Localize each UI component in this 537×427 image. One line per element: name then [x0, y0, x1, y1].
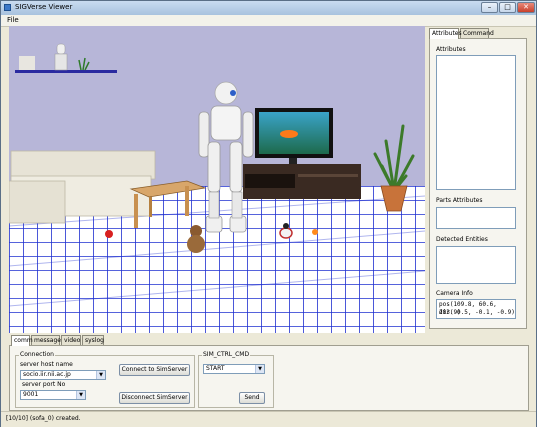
server-port-select[interactable]: 9001 ▼	[20, 390, 86, 400]
attributes-list[interactable]	[436, 55, 516, 190]
status-text: [10/10] (sofa_0) created.	[6, 415, 81, 422]
tab-syslog[interactable]: syslog	[82, 335, 104, 345]
attributes-label: Attributes	[436, 46, 466, 53]
connection-label: Connection	[19, 351, 55, 358]
sim-ctrl-label: SIM_CTRL_CMD	[202, 351, 251, 358]
chevron-down-icon: ▼	[96, 371, 105, 379]
disconnect-button[interactable]: Disconnect SimServer	[119, 392, 190, 404]
menu-file[interactable]: File	[7, 16, 19, 24]
server-host-value: socio.iir.nii.ac.jp	[23, 371, 71, 378]
camera-dir: dir(-0.5, -0.1, -0.9)	[439, 309, 515, 316]
bottom-panel: comm messages video syslog Connection se…	[9, 335, 529, 411]
app-icon	[4, 4, 11, 11]
connection-group: Connection server host name socio.iir.ni…	[15, 351, 195, 408]
sim-ctrl-select[interactable]: START ▼	[203, 364, 265, 374]
tab-command[interactable]: Command	[460, 28, 494, 38]
server-host-label: server host name	[20, 361, 73, 368]
red-ball	[105, 230, 113, 238]
tab-messages[interactable]: messages	[31, 335, 64, 345]
maximize-button[interactable]: □	[499, 2, 516, 13]
connect-button[interactable]: Connect to SimServer	[119, 364, 190, 376]
chevron-down-icon: ▼	[76, 391, 85, 399]
attributes-panel: Attributes Parts Attributes Detected Ent…	[429, 38, 527, 329]
tab-attributes[interactable]: Attributes	[429, 28, 462, 39]
scene-render	[9, 26, 425, 333]
minimize-button[interactable]: –	[481, 2, 498, 13]
server-port-value: 9001	[23, 391, 39, 398]
server-host-select[interactable]: socio.iir.nii.ac.jp ▼	[20, 370, 106, 380]
chevron-down-icon: ▼	[255, 365, 264, 373]
sofa	[9, 150, 156, 224]
application-window: SIGVerse Viewer – □ ✕ File Attributes Co…	[0, 0, 537, 427]
comm-panel: Connection server host name socio.iir.ni…	[9, 345, 529, 411]
orange-ball	[312, 229, 318, 235]
close-button[interactable]: ✕	[517, 2, 535, 13]
tab-video[interactable]: video	[61, 335, 81, 345]
detected-entities-label: Detected Entities	[436, 236, 488, 243]
server-port-label: server port No	[22, 381, 66, 388]
title-bar[interactable]: SIGVerse Viewer – □ ✕	[1, 1, 536, 15]
send-button[interactable]: Send	[239, 392, 265, 404]
camera-info-label: Camera Info	[436, 290, 473, 297]
3d-viewport[interactable]	[9, 26, 425, 333]
parts-attributes-label: Parts Attributes	[436, 197, 483, 204]
television	[255, 108, 333, 164]
parts-attributes-list[interactable]	[436, 207, 516, 229]
status-bar: [10/10] (sofa_0) created.	[1, 411, 536, 427]
sim-ctrl-value: START	[206, 365, 225, 372]
window-title: SIGVerse Viewer	[15, 3, 73, 11]
camera-info-box: pos(109.8, 60.6, 203.9) dir(-0.5, -0.1, …	[436, 299, 516, 319]
detected-entities-list[interactable]	[436, 246, 516, 284]
tab-comm[interactable]: comm	[11, 335, 33, 346]
sim-ctrl-group: SIM_CTRL_CMD START ▼ Send	[198, 351, 274, 408]
tv-stand	[243, 164, 361, 199]
